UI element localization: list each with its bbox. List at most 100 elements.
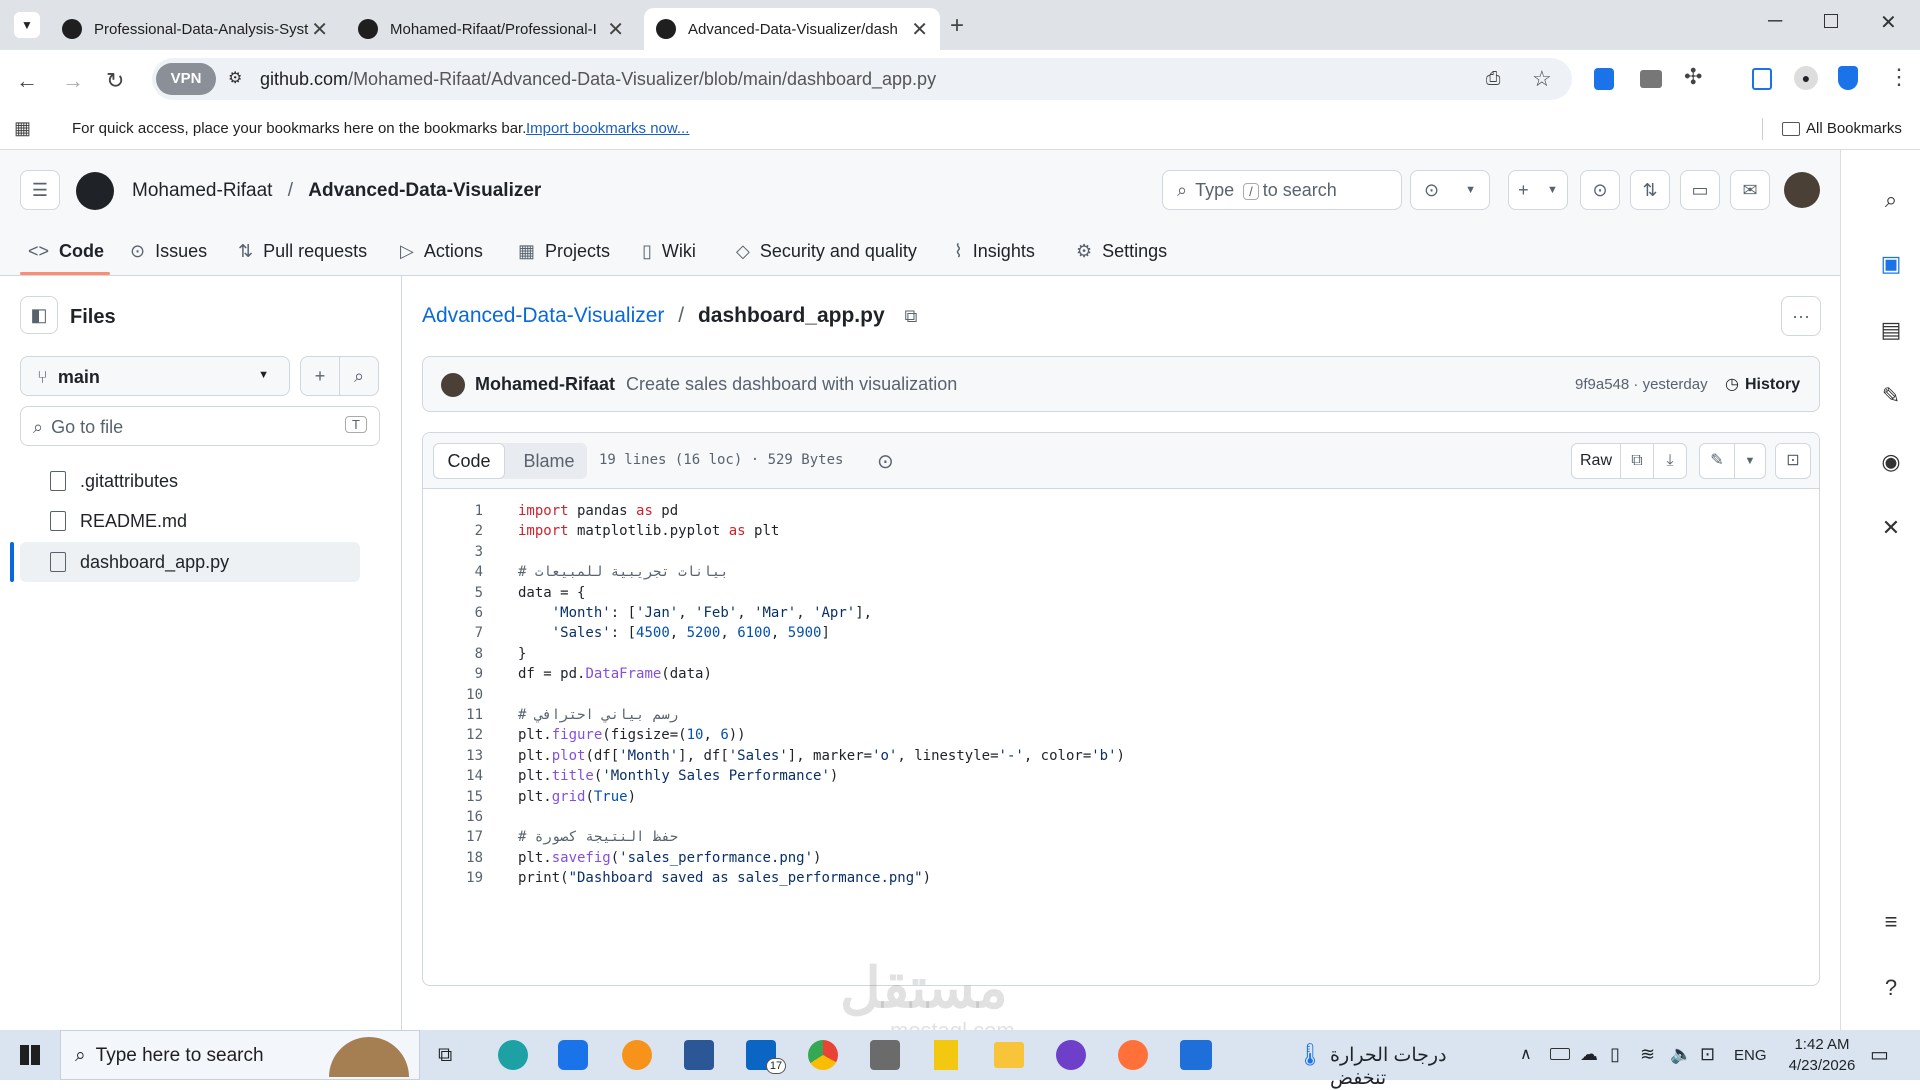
symbols-panel-icon[interactable]: ⊡	[1775, 443, 1811, 479]
code-area[interactable]: 1 import pandas as pd 2 import matplotlib.p…	[423, 499, 1819, 985]
user-avatar[interactable]	[1784, 172, 1820, 208]
tab-wiki[interactable]: ▯ Wiki	[642, 226, 696, 276]
profile-icon[interactable]: ●	[1794, 66, 1818, 90]
copy-path-icon[interactable]: ⧉	[904, 306, 917, 326]
more-options-icon[interactable]: ···	[1781, 296, 1821, 336]
close-tab-icon[interactable]: ✕	[311, 17, 328, 42]
media-player-icon[interactable]	[1180, 1040, 1212, 1070]
file-tree-item-selected[interactable]: dashboard_app.py	[20, 542, 360, 582]
issues-icon[interactable]: ⊙	[1580, 170, 1620, 210]
site-settings-icon[interactable]: ⚙	[228, 68, 242, 88]
pull-requests-icon[interactable]: ⇅	[1630, 170, 1670, 210]
firefox-icon[interactable]	[1118, 1040, 1148, 1070]
tab-search-chevron-icon[interactable]: ▼	[14, 12, 40, 38]
commit-author-avatar[interactable]	[441, 373, 465, 397]
tab-pull-requests[interactable]: ⇅ Pull requests	[238, 226, 367, 276]
create-new-button[interactable]: + ▼	[1508, 170, 1568, 210]
search-files-icon[interactable]: ⌕	[339, 356, 379, 396]
repo-link[interactable]: Advanced-Data-Visualizer	[422, 304, 664, 327]
side-notes-icon[interactable]: ✎	[1879, 384, 1903, 408]
import-bookmarks-link[interactable]: Import bookmarks now...	[526, 120, 689, 137]
clock[interactable]: 1:42 AM 4/23/2026	[1782, 1034, 1862, 1076]
tab-code-view[interactable]: Code	[433, 443, 505, 479]
browser-menu-icon[interactable]: ⋮	[1888, 64, 1910, 90]
minimize-icon[interactable]: ─	[1768, 10, 1782, 33]
copy-raw-icon[interactable]: ⧉	[1620, 443, 1654, 479]
wifi-icon[interactable]: ≋	[1640, 1044, 1655, 1065]
volume-icon[interactable]: 🔈	[1670, 1044, 1692, 1065]
restore-icon[interactable]	[1824, 14, 1838, 28]
close-window-icon[interactable]: ✕	[1880, 10, 1897, 35]
copilot-button[interactable]: ⊙ ▼	[1410, 170, 1490, 210]
reload-icon[interactable]: ↻	[106, 68, 124, 94]
tab-projects[interactable]: ▦ Projects	[518, 226, 610, 276]
commit-message[interactable]: Create sales dashboard with visualizatio…	[626, 374, 957, 394]
close-tab-icon[interactable]: ✕	[607, 17, 624, 42]
side-search-icon[interactable]: ⌕	[1879, 188, 1903, 212]
edit-chevron-down-icon[interactable]: ▼	[1734, 443, 1766, 479]
tab-actions[interactable]: ▷ Actions	[400, 226, 483, 276]
vpn-tray-icon[interactable]: ☁	[1580, 1044, 1598, 1065]
device-tray-icon[interactable]: ▯	[1610, 1044, 1620, 1065]
install-app-icon[interactable]: ⎙	[1486, 68, 1500, 89]
side-games-icon[interactable]: ◉	[1879, 450, 1903, 474]
vpn-badge[interactable]: VPN	[156, 63, 216, 95]
power-bi-icon[interactable]	[934, 1040, 958, 1070]
add-file-icon[interactable]: +	[300, 356, 340, 396]
repo-owner-link[interactable]: Mohamed-Rifaat	[132, 180, 272, 201]
side-help-icon[interactable]: ?	[1879, 976, 1903, 1000]
tab-settings[interactable]: ⚙ Settings	[1076, 226, 1167, 276]
chrome-icon[interactable]	[808, 1040, 838, 1070]
vpn-shield-icon[interactable]	[1838, 66, 1858, 90]
windows-start-icon[interactable]	[20, 1045, 40, 1065]
all-bookmarks[interactable]: All Bookmarks	[1806, 120, 1902, 137]
new-tab-icon[interactable]: +	[950, 12, 964, 40]
taskbar-search-box[interactable]: ⌕ Type here to search	[60, 1030, 420, 1080]
tab-issues[interactable]: ⊙ Issues	[130, 226, 207, 276]
tab-blame-view[interactable]: Blame	[511, 443, 587, 479]
repositories-icon[interactable]: ▭	[1680, 170, 1720, 210]
edge-icon[interactable]	[498, 1040, 528, 1070]
side-customize-icon[interactable]: ≡	[1879, 910, 1903, 934]
tab-code[interactable]: <> Code	[28, 226, 104, 276]
bookmark-star-icon[interactable]: ☆	[1532, 66, 1552, 92]
raw-button[interactable]: Raw	[1571, 443, 1621, 479]
side-reading-icon[interactable]: ▤	[1879, 318, 1903, 342]
battery-icon[interactable]	[1550, 1048, 1570, 1060]
weather-text[interactable]: درجات الحرارة تنخفض	[1330, 1044, 1490, 1090]
edit-pencil-icon[interactable]: ✎	[1699, 443, 1735, 479]
global-search-input[interactable]: ⌕ Type / to search	[1162, 170, 1402, 210]
sidebar-panel-icon[interactable]	[1752, 68, 1772, 90]
go-to-file-input[interactable]: ⌕ Go to file T	[20, 406, 380, 446]
file-explorer-icon[interactable]	[994, 1042, 1024, 1068]
browser-tab-2[interactable]: Mohamed-Rifaat/Professional-I ✕	[346, 8, 636, 50]
commit-hash[interactable]: 9f9a548	[1575, 376, 1629, 393]
brave-icon[interactable]	[622, 1040, 652, 1070]
forward-icon[interactable]: →	[62, 68, 84, 94]
url-box[interactable]: VPN ⚙ github.com/Mohamed-Rifaat/Advanced…	[152, 58, 1572, 100]
extensions-puzzle-icon[interactable]: ✣	[1684, 64, 1702, 90]
side-chat-icon[interactable]: ▣	[1879, 252, 1903, 276]
history-button[interactable]: ◷ History	[1725, 374, 1800, 394]
side-tools-icon[interactable]: ✕	[1879, 516, 1903, 540]
branch-selector[interactable]: ⑂ main ▼	[20, 356, 290, 396]
back-icon[interactable]: ←	[16, 68, 38, 94]
task-view-icon[interactable]: ⧉	[438, 1044, 452, 1067]
inbox-icon[interactable]: ✉	[1730, 170, 1770, 210]
close-tab-icon[interactable]: ✕	[911, 17, 928, 42]
hamburger-menu-icon[interactable]: ☰	[20, 170, 60, 210]
github-logo-icon[interactable]	[76, 172, 114, 210]
tab-security[interactable]: ◇ Security and quality	[736, 226, 917, 276]
collapse-sidebar-icon[interactable]: ◧	[20, 296, 58, 334]
store-icon[interactable]	[684, 1040, 714, 1070]
file-tree-item[interactable]: .gitattributes	[20, 461, 360, 501]
browser-tab-3-active[interactable]: Advanced-Data-Visualizer/dash ✕	[644, 8, 940, 50]
url-text[interactable]: github.com/Mohamed-Rifaat/Advanced-Data-…	[260, 69, 936, 90]
repo-name-link[interactable]: Advanced-Data-Visualizer	[308, 180, 541, 201]
extension-shield-icon[interactable]	[1594, 68, 1614, 90]
ime-icon[interactable]: ⊡	[1700, 1044, 1715, 1065]
snipping-tool-icon[interactable]	[870, 1040, 900, 1070]
copilot-icon[interactable]: ⊙	[877, 449, 894, 474]
apps-grid-icon[interactable]: ▦	[14, 118, 31, 139]
tab-insights[interactable]: ⌇ Insights	[954, 226, 1035, 276]
